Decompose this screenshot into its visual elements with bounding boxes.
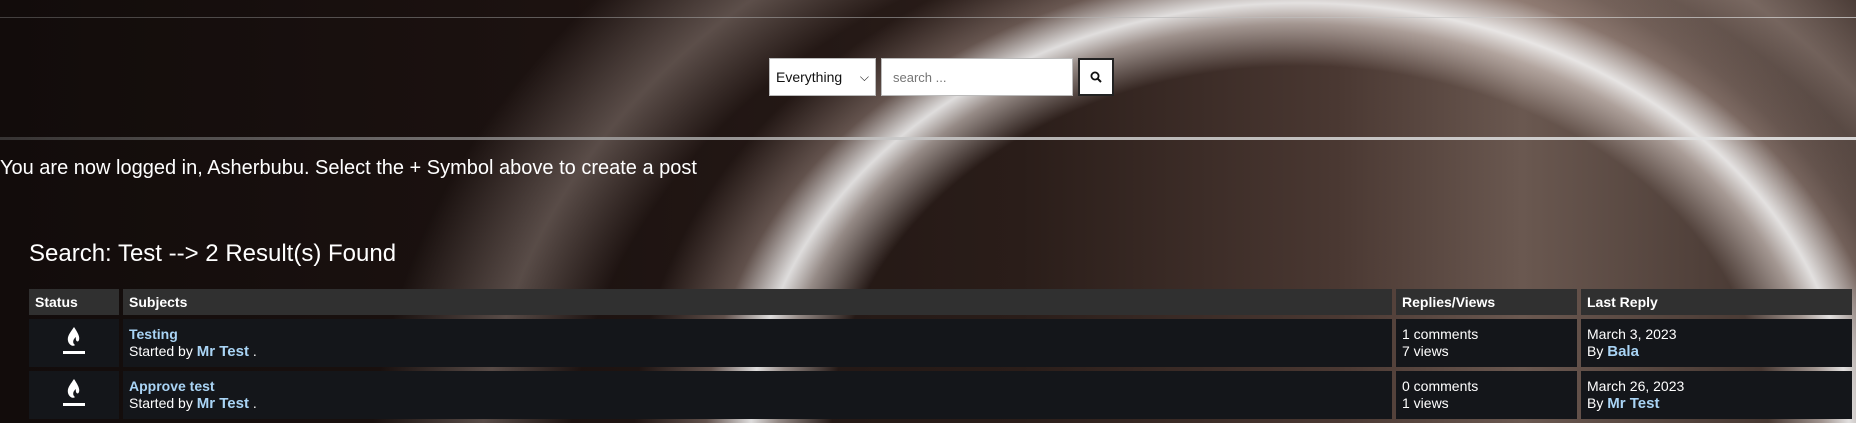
table-row: Testing Started by Mr Test . 1 comments … xyxy=(29,319,1852,367)
search-placeholder: search ... xyxy=(893,69,947,85)
last-reply-date: March 26, 2023 xyxy=(1587,378,1685,394)
last-reply-user-link[interactable]: Bala xyxy=(1607,343,1639,360)
views-count: 7 views xyxy=(1402,343,1449,359)
flame-icon xyxy=(63,327,85,354)
last-reply-cell: March 26, 2023 By Mr Test xyxy=(1581,371,1852,419)
started-by-label: Started by xyxy=(129,343,193,359)
last-reply-date: March 3, 2023 xyxy=(1587,326,1677,342)
table-row: Approve test Started by Mr Test . 0 comm… xyxy=(29,371,1852,419)
header-status: Status xyxy=(29,289,119,315)
header-last-reply: Last Reply xyxy=(1581,289,1852,315)
header-subjects: Subjects xyxy=(123,289,1392,315)
last-reply-cell: March 3, 2023 By Bala xyxy=(1581,319,1852,367)
search-results-title: Search: Test --> 2 Result(s) Found xyxy=(29,240,397,267)
flame-icon xyxy=(63,379,85,406)
status-cell xyxy=(29,319,119,367)
topic-link[interactable]: Approve test xyxy=(129,378,215,394)
search-scope-value: Everything xyxy=(776,69,843,85)
by-label: By xyxy=(1587,395,1604,411)
search-button[interactable] xyxy=(1078,58,1114,96)
comments-count: 1 comments xyxy=(1402,326,1479,342)
search-bar: Everything ⌵ search ... xyxy=(769,58,1114,96)
author-link[interactable]: Mr Test xyxy=(197,343,249,360)
started-by-label: Started by xyxy=(129,395,193,411)
login-message: You are now logged in, Asherbubu. Select… xyxy=(0,157,697,179)
author-suffix: . xyxy=(252,343,257,359)
comments-count: 0 comments xyxy=(1402,378,1479,394)
subject-cell: Approve test Started by Mr Test . xyxy=(123,371,1392,419)
subject-cell: Testing Started by Mr Test . xyxy=(123,319,1392,367)
author-suffix: . xyxy=(252,395,257,411)
status-cell xyxy=(29,371,119,419)
search-scope-select[interactable]: Everything ⌵ xyxy=(769,58,876,96)
results-table: Status Subjects Replies/Views Last Reply… xyxy=(25,285,1856,423)
topic-link[interactable]: Testing xyxy=(129,326,178,342)
search-input[interactable]: search ... xyxy=(881,58,1073,96)
search-icon xyxy=(1090,71,1102,83)
replies-views-cell: 1 comments 7 views xyxy=(1396,319,1577,367)
replies-views-cell: 0 comments 1 views xyxy=(1396,371,1577,419)
by-label: By xyxy=(1587,343,1604,359)
header-replies-views: Replies/Views xyxy=(1396,289,1577,315)
table-header-row: Status Subjects Replies/Views Last Reply xyxy=(29,289,1852,315)
author-link[interactable]: Mr Test xyxy=(197,395,249,412)
last-reply-user-link[interactable]: Mr Test xyxy=(1607,395,1659,412)
header-divider xyxy=(0,137,1856,140)
chevron-down-icon: ⌵ xyxy=(859,69,869,84)
top-divider xyxy=(0,17,1856,18)
views-count: 1 views xyxy=(1402,395,1449,411)
